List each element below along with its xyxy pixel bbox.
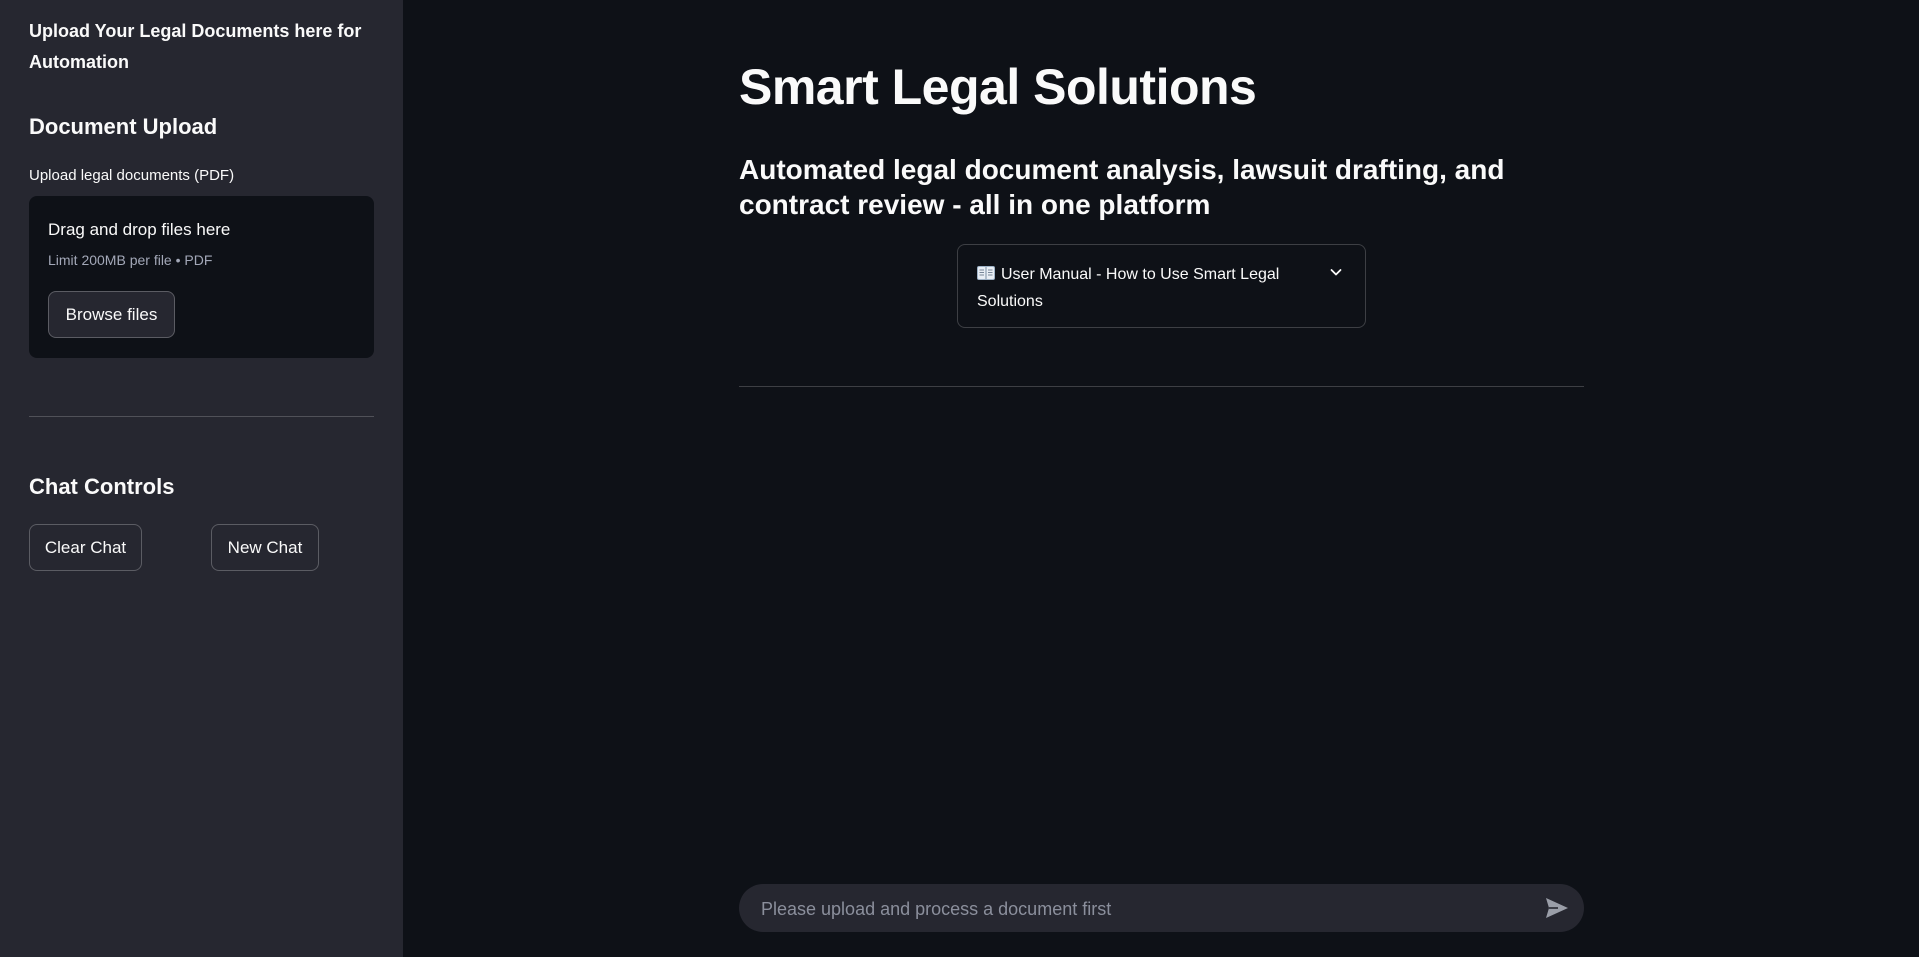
document-upload-heading: Document Upload [29,114,218,139]
page-subtitle: Automated legal document analysis, lawsu… [739,154,1505,220]
chat-controls-heading: Chat Controls [29,474,175,499]
sidebar-divider [29,416,374,417]
dropzone-limit: Limit 200MB per file • PDF [48,252,213,268]
sidebar-tagline: Upload Your Legal Documents here for Aut… [29,21,362,72]
chevron-down-icon[interactable] [1329,265,1343,279]
new-chat-button[interactable]: New Chat [211,524,319,571]
upload-label: Upload legal documents (PDF) [29,167,235,184]
send-icon[interactable] [1544,896,1570,920]
sidebar: Upload Your Legal Documents here for Aut… [0,0,403,957]
expander-header: User Manual - How to Use Smart Legal Sol… [977,261,1297,315]
file-dropzone[interactable]: Drag and drop files here Limit 200MB per… [29,196,374,358]
book-icon [977,266,995,280]
dropzone-title: Drag and drop files here [48,220,231,239]
chat-input[interactable] [759,884,1523,934]
clear-chat-button[interactable]: Clear Chat [29,524,142,571]
expander-label: User Manual - How to Use Smart Legal Sol… [977,266,1280,310]
user-manual-expander[interactable]: User Manual - How to Use Smart Legal Sol… [957,244,1366,328]
chat-input-container [739,884,1584,934]
app-root: Upload Your Legal Documents here for Aut… [0,0,1919,957]
page-title: Smart Legal Solutions [739,59,1257,115]
main-divider [739,386,1584,387]
browse-files-button[interactable]: Browse files [48,291,175,338]
